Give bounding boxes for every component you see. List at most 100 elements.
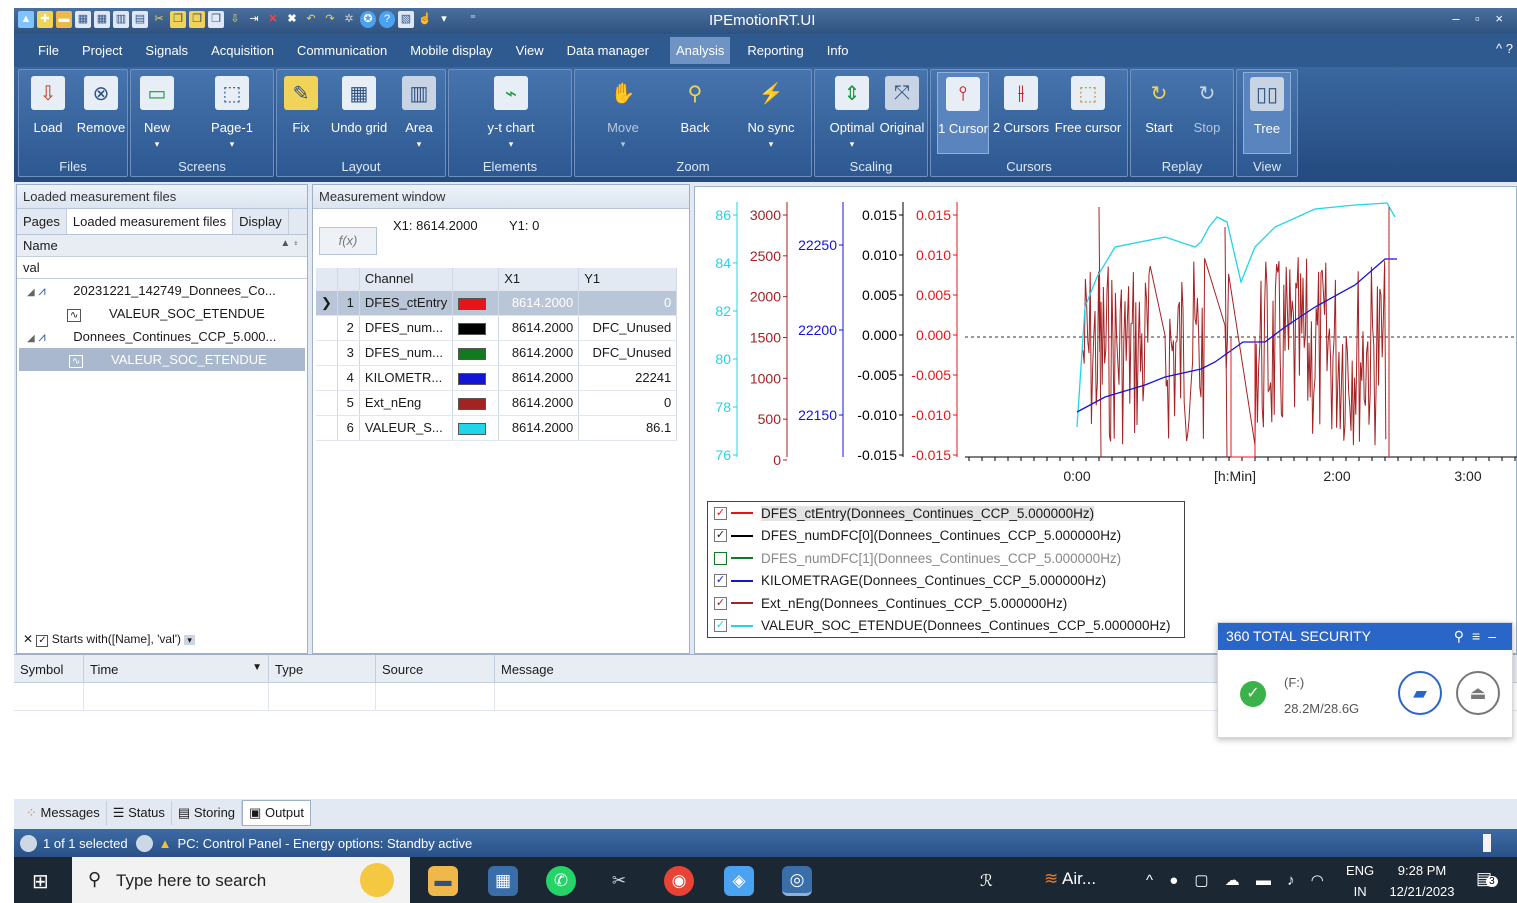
undo-grid-button[interactable]: ▦ Undo grid: [329, 76, 389, 135]
table-row[interactable]: 4 KILOMETR... 8614.2000 22241: [316, 365, 678, 391]
print-icon[interactable]: ▤: [132, 11, 148, 28]
table-row[interactable]: ❯ 1 DFES_ctEntry 8614.2000 0: [316, 290, 678, 316]
chart-svg[interactable]: 86 84 82 80 78 76 3000 2500 2000 1500 1000 500 0 2225…: [695, 187, 1517, 497]
prev-icon[interactable]: [20, 834, 37, 852]
col-source[interactable]: Source: [376, 655, 495, 682]
col-symbol[interactable]: Symbol: [14, 655, 84, 682]
stop-button[interactable]: ↻ Stop: [1187, 76, 1227, 136]
chrome-icon[interactable]: ◉: [664, 866, 694, 896]
copy-icon[interactable]: ❐: [170, 11, 186, 28]
tree-item-channel-selected[interactable]: ∿ VALEUR_SOC_ETENDUE: [19, 348, 305, 371]
hand-icon[interactable]: ☝: [417, 11, 433, 28]
ipemotion-new-icon[interactable]: ◈: [724, 866, 754, 896]
legend-checkbox[interactable]: ✓: [714, 506, 727, 520]
one-cursor-button[interactable]: ⫯ 1 Cursor: [937, 72, 989, 154]
open-icon[interactable]: ▬: [56, 11, 72, 28]
legend-checkbox[interactable]: ✓: [714, 619, 727, 633]
legend-item[interactable]: ✓ VALEUR_SOC_ETENDUE(Donnees_Continues_CC…: [708, 615, 1184, 638]
legend-item[interactable]: DFES_numDFC[1](Donnees_Continues_CCP_5.0…: [708, 547, 1184, 570]
col-y1[interactable]: Y1: [578, 268, 678, 291]
optimal-button[interactable]: ⇕ Optimal ▾: [829, 76, 875, 150]
filter-checkbox[interactable]: ✓: [36, 635, 49, 647]
tree-item-channel[interactable]: ∿ VALEUR_SOC_ETENDUE: [17, 302, 307, 325]
window-controls[interactable]: – ▫ ×: [1452, 11, 1509, 26]
clock[interactable]: 9:28 PM 12/21/2023: [1384, 863, 1460, 899]
delete-all-icon[interactable]: ✖: [284, 11, 300, 28]
app-icon[interactable]: ▲: [18, 11, 34, 28]
auto-icon[interactable]: ▥: [113, 11, 129, 28]
col-type[interactable]: Type: [269, 655, 376, 682]
tree-item-file[interactable]: ◢ ⩘ 20231221_142749_Donnees_Co...: [17, 279, 307, 302]
whatsapp-icon[interactable]: ✆: [546, 866, 576, 896]
help-icon[interactable]: ?: [379, 11, 395, 28]
color-swatch[interactable]: [458, 397, 487, 410]
legend-item[interactable]: ✓ DFES_ctEntry(Donnees_Continues_CCP_5.00…: [708, 502, 1184, 525]
formula-button[interactable]: f(x): [319, 227, 377, 255]
new-screen-button[interactable]: ▭ New ▾: [137, 76, 177, 150]
legend-item[interactable]: ✓ Ext_nEng(Donnees_Continues_CCP_5.000000…: [708, 592, 1184, 615]
remove-button[interactable]: ⊗ Remove: [75, 76, 127, 135]
notification-icon[interactable]: ▤3: [1476, 869, 1498, 889]
color-swatch[interactable]: [458, 422, 487, 435]
menu-mobile-display[interactable]: Mobile display: [408, 39, 494, 62]
paste-icon[interactable]: ❒: [189, 11, 205, 28]
page-button[interactable]: ⬚ Page-1 ▾: [199, 76, 265, 150]
table-row[interactable]: 5 Ext_nEng 8614.2000 0: [316, 390, 678, 416]
security-controls[interactable]: ⚲≡–: [1454, 628, 1504, 645]
legend-checkbox[interactable]: [714, 551, 727, 565]
paste-special-icon[interactable]: ❒: [208, 11, 224, 28]
tab-messages[interactable]: ⁘ Messages: [20, 801, 107, 825]
people-icon[interactable]: ℛ: [980, 871, 993, 891]
options-icon[interactable]: ✪: [360, 11, 376, 28]
legend-item[interactable]: ✓ DFES_numDFC[0](Donnees_Continues_CCP_5.…: [708, 525, 1184, 548]
color-swatch[interactable]: [458, 372, 487, 385]
language-indicator[interactable]: ENG IN: [1346, 863, 1374, 899]
legend-checkbox[interactable]: ✓: [714, 529, 727, 543]
col-time[interactable]: Time ▼: [84, 655, 269, 682]
menu-file[interactable]: File: [36, 39, 61, 62]
sort-filter-icon[interactable]: ▲ ⍖: [280, 238, 299, 249]
customize-icon[interactable]: ⁼: [465, 11, 481, 28]
file-explorer-icon[interactable]: ▬: [428, 866, 458, 896]
load-button[interactable]: ⇩ Load: [23, 76, 73, 135]
move-button[interactable]: ✋ Move ▾: [599, 76, 647, 150]
yt-chart[interactable]: 86 84 82 80 78 76 3000 2500 2000 1500 1000 500 0 2225…: [694, 186, 1517, 654]
col-x1[interactable]: X1: [498, 268, 580, 291]
fix-button[interactable]: ✎ Fix: [283, 76, 319, 135]
menu-info[interactable]: Info: [825, 39, 851, 62]
save-all-icon[interactable]: ▦: [94, 11, 110, 28]
start-button[interactable]: ↻ Start: [1139, 76, 1179, 136]
snip-icon[interactable]: ✂: [604, 866, 634, 896]
menu-view[interactable]: View: [514, 39, 546, 62]
next-icon[interactable]: [135, 834, 153, 852]
color-swatch[interactable]: [458, 322, 487, 335]
col-channel[interactable]: Channel: [359, 268, 454, 291]
tab-status[interactable]: ☰ Status: [107, 801, 172, 825]
color-swatch[interactable]: [458, 347, 487, 360]
new-icon[interactable]: ✚: [37, 11, 53, 28]
yt-chart-button[interactable]: ⌁ y-t chart ▾: [479, 76, 543, 150]
clear-filter-icon[interactable]: ✕: [23, 632, 33, 646]
dropdown-icon[interactable]: ▾: [436, 11, 452, 28]
back-button[interactable]: ⚲ Back: [671, 76, 719, 136]
redo-icon[interactable]: ↷: [322, 11, 338, 28]
legend-checkbox[interactable]: ✓: [714, 574, 727, 588]
filter-icon[interactable]: ▼: [252, 662, 262, 673]
menu-reporting[interactable]: Reporting: [745, 39, 805, 62]
report-icon[interactable]: ▧: [398, 11, 414, 28]
open-folder-button[interactable]: ▰: [1398, 671, 1442, 715]
settings-icon[interactable]: ✲: [341, 11, 357, 28]
color-swatch[interactable]: [458, 297, 487, 310]
undo-icon[interactable]: ↶: [303, 11, 319, 28]
table-row[interactable]: 2 DFES_num... 8614.2000 DFC_Unused: [316, 315, 678, 341]
filter-row[interactable]: val: [17, 257, 307, 279]
delete-icon[interactable]: ✕: [265, 11, 281, 28]
area-button[interactable]: ▥ Area ▾: [399, 76, 439, 150]
two-cursors-button[interactable]: ⫲ 2 Cursors: [991, 76, 1051, 135]
tab-loaded-files[interactable]: Loaded measurement files: [66, 209, 234, 234]
legend-checkbox[interactable]: ✓: [714, 596, 727, 610]
free-cursor-button[interactable]: ⬚ Free cursor: [1053, 76, 1123, 135]
no-sync-button[interactable]: ⚡ No sync ▾: [741, 76, 801, 150]
menu-data-manager[interactable]: Data manager: [565, 39, 651, 62]
save-icon[interactable]: ▦: [75, 11, 91, 28]
